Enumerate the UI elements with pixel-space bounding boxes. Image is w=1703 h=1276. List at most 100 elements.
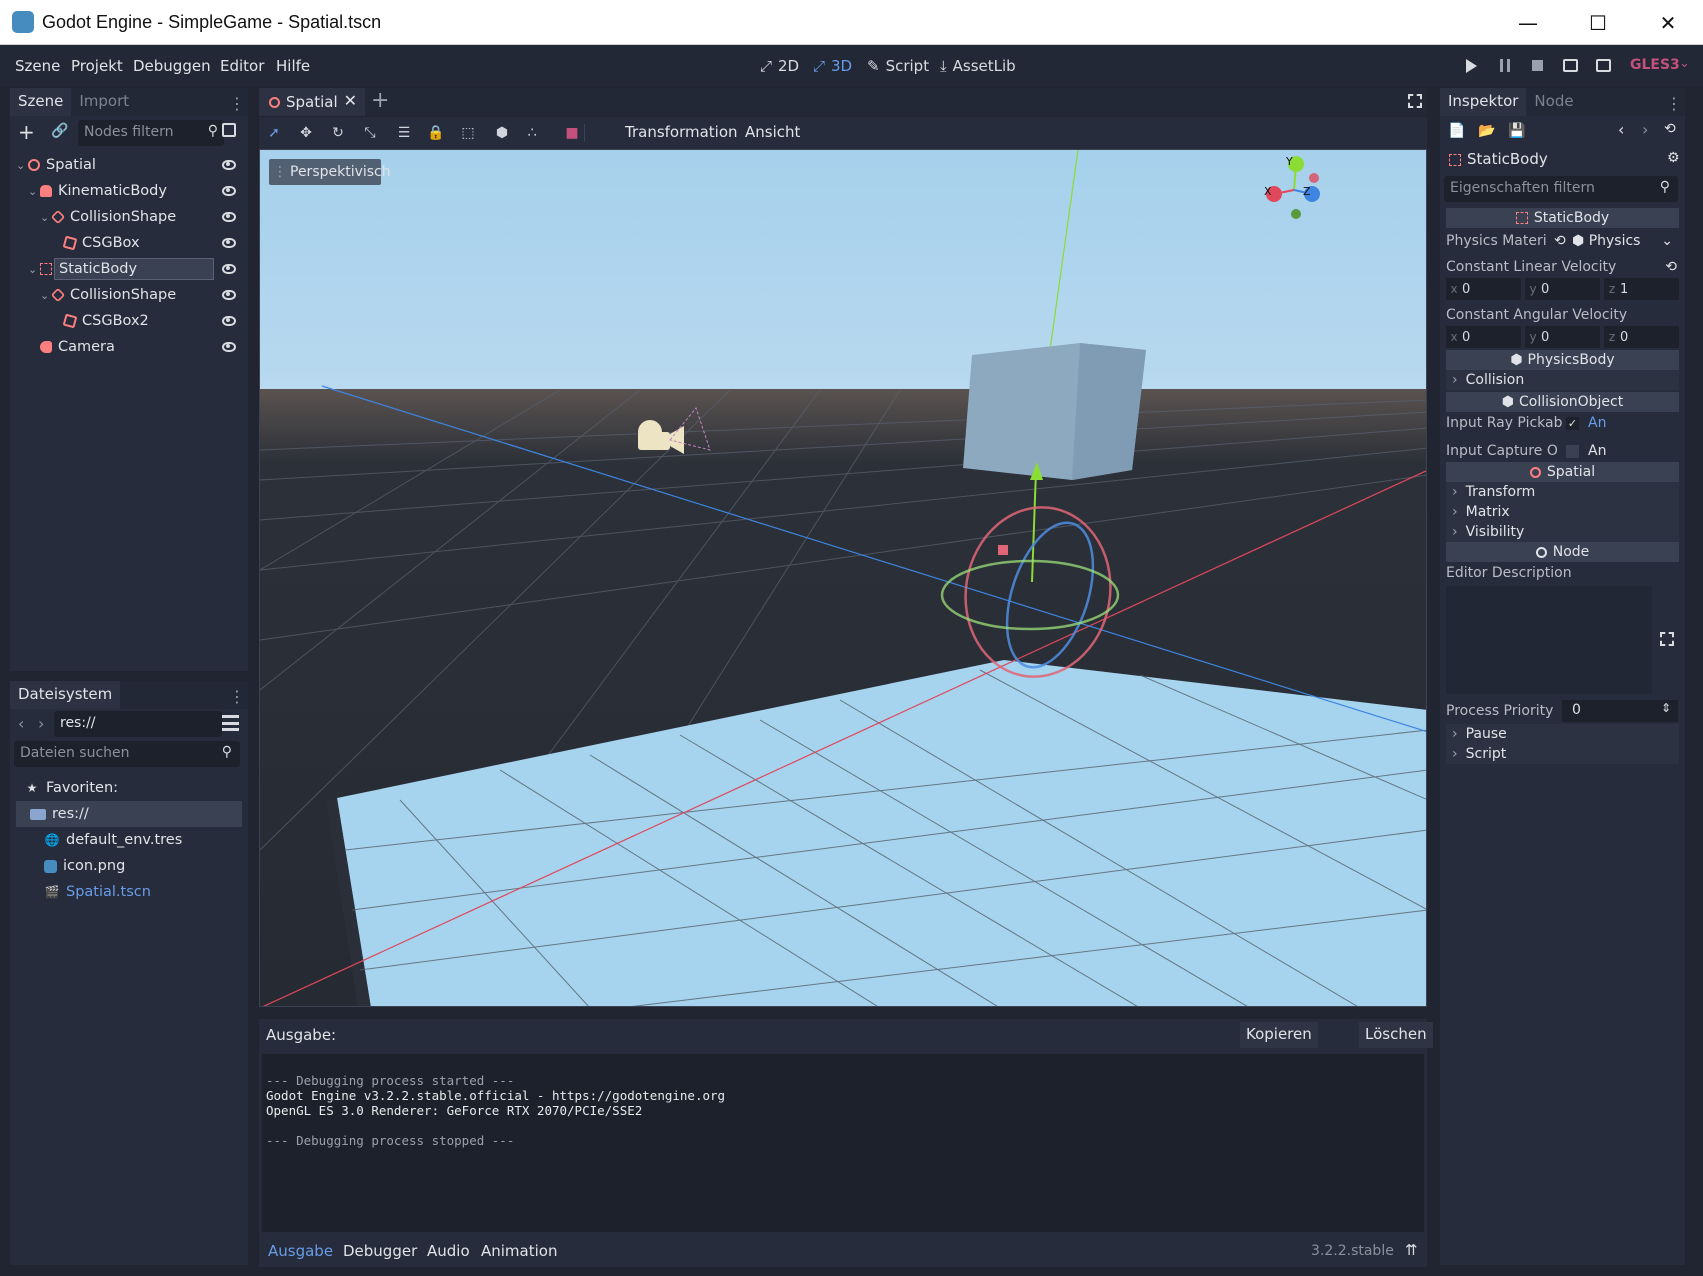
group-visibility[interactable]: › Visibility	[1446, 522, 1679, 542]
visibility-eye-icon[interactable]	[222, 290, 236, 300]
history-forward-icon[interactable]: ›	[1642, 120, 1648, 139]
visibility-eye-icon[interactable]	[222, 160, 236, 170]
local-space-icon[interactable]: ⬢	[493, 124, 511, 142]
add-node-icon[interactable]: +	[18, 120, 35, 144]
properties-filter-input[interactable]: Eigenschaften filtern ⚲	[1444, 176, 1678, 202]
visibility-eye-icon[interactable]	[222, 238, 236, 248]
new-resource-icon[interactable]: 📄	[1448, 122, 1466, 140]
scene-tree-item[interactable]: ⌄ Spatial	[10, 152, 248, 178]
input-capture-checkbox[interactable]	[1566, 444, 1579, 458]
visibility-eye-icon[interactable]	[222, 342, 236, 352]
spin-arrows-icon[interactable]: ⇕	[1661, 701, 1671, 715]
renderer-select[interactable]: GLES3	[1630, 57, 1680, 73]
scene-tree-item[interactable]: ⌄ KinematicBody	[10, 178, 248, 204]
group-icon[interactable]: ⬚	[459, 124, 477, 142]
scene-tree-item[interactable]: ⌄ CollisionShape	[10, 282, 248, 308]
close-button[interactable]: ✕	[1633, 0, 1703, 45]
scene-tree-item[interactable]: Camera	[10, 334, 248, 360]
workspace-2d-button[interactable]: ⤢ 2D	[760, 57, 799, 75]
perspective-menu[interactable]: ⋮ Perspektivisch	[269, 159, 391, 185]
new-scene-tab-icon[interactable]: +	[371, 88, 389, 113]
transformation-menu[interactable]: Transformation	[625, 123, 738, 141]
scene-tree-item[interactable]: ⌄ StaticBody	[10, 256, 248, 282]
save-icon[interactable]: 💾	[1508, 122, 1526, 140]
history-back-icon[interactable]: ‹	[1618, 120, 1624, 139]
menu-projekt[interactable]: Projekt	[71, 57, 123, 75]
object-properties-icon[interactable]: ⚙	[1667, 150, 1680, 166]
output-log[interactable]: --- Debugging process started --- Godot E…	[262, 1054, 1424, 1232]
back-icon[interactable]: ‹	[18, 714, 24, 733]
group-transform[interactable]: › Transform	[1446, 482, 1679, 502]
link-icon[interactable]: 🔗	[51, 123, 68, 139]
path-input[interactable]: res://	[54, 711, 222, 737]
gizmo-z-label[interactable]: Z	[1303, 185, 1311, 198]
tab-debugger[interactable]: Debugger	[343, 1242, 417, 1260]
instance-scene-icon[interactable]	[222, 123, 236, 137]
play-scene-icon[interactable]	[1563, 59, 1578, 72]
scene-tree-item[interactable]: ⌄ CollisionShape	[10, 204, 248, 230]
visibility-eye-icon[interactable]	[222, 264, 236, 274]
physics-material-value[interactable]: ⬢ Physics	[1572, 233, 1640, 249]
forward-icon[interactable]: ›	[38, 714, 44, 733]
file-tree-item[interactable]: 🌐 default_env.tres	[10, 827, 248, 853]
camera-preview-icon[interactable]: ■	[563, 124, 581, 142]
split-mode-icon[interactable]	[222, 715, 239, 731]
visibility-eye-icon[interactable]	[222, 316, 236, 326]
clear-button[interactable]: Löschen	[1359, 1022, 1433, 1048]
linear-y-field[interactable]: y0	[1525, 278, 1600, 300]
revert-icon[interactable]: ⟲	[1665, 259, 1677, 275]
group-script[interactable]: › Script	[1446, 744, 1679, 764]
history-icon[interactable]: ⟲	[1664, 121, 1676, 137]
expand-arrow-icon[interactable]: ⌄	[40, 211, 52, 224]
visibility-eye-icon[interactable]	[222, 212, 236, 222]
chevron-down-icon[interactable]: ⌄	[1661, 233, 1673, 249]
list-select-icon[interactable]: ☰	[395, 124, 413, 142]
pause-icon[interactable]	[1500, 59, 1510, 72]
expand-arrow-icon[interactable]: ⌄	[28, 185, 40, 198]
nodes-filter-input[interactable]: Nodes filtern ⚲	[78, 120, 224, 146]
play-custom-scene-icon[interactable]	[1596, 59, 1611, 72]
tab-szene[interactable]: Szene	[10, 88, 72, 116]
angular-x-field[interactable]: x0	[1446, 326, 1521, 348]
tab-inspektor[interactable]: Inspektor	[1440, 88, 1527, 116]
move-mode-icon[interactable]: ✥	[297, 124, 315, 142]
tab-audio[interactable]: Audio	[427, 1242, 470, 1260]
workspace-3d-button[interactable]: ⤢ 3D	[813, 57, 852, 75]
more-options-icon[interactable]: ⋮	[225, 681, 248, 709]
gizmo-x-label[interactable]: X	[1264, 185, 1272, 198]
maximize-button[interactable]: ☐	[1563, 0, 1633, 45]
ansicht-menu[interactable]: Ansicht	[745, 123, 800, 141]
scene-tab-spatial[interactable]: Spatial ✕	[259, 88, 365, 116]
angular-y-field[interactable]: y0	[1525, 326, 1600, 348]
scene-tree-item[interactable]: CSGBox	[10, 230, 248, 256]
tab-import[interactable]: Import	[71, 88, 137, 116]
close-tab-icon[interactable]: ✕	[344, 91, 357, 110]
tab-dateisystem[interactable]: Dateisystem	[10, 681, 121, 709]
group-pause[interactable]: › Pause	[1446, 724, 1679, 744]
play-icon[interactable]	[1466, 59, 1477, 73]
more-options-icon[interactable]: ⋮	[1662, 88, 1685, 116]
linear-z-field[interactable]: z1	[1604, 278, 1679, 300]
file-tree-item[interactable]: ★ Favoriten:	[10, 775, 248, 801]
snap-icon[interactable]: ∴	[523, 124, 541, 142]
copy-button[interactable]: Kopieren	[1240, 1022, 1318, 1048]
menu-szene[interactable]: Szene	[15, 57, 60, 75]
rotate-mode-icon[interactable]: ↻	[329, 124, 347, 142]
menu-hilfe[interactable]: Hilfe	[276, 57, 310, 75]
file-tree-item[interactable]: 🎬 Spatial.tscn	[10, 879, 248, 905]
workspace-script-button[interactable]: ✎ Script	[867, 57, 929, 75]
menu-editor[interactable]: Editor	[220, 57, 264, 75]
revert-icon[interactable]: ⟲	[1554, 233, 1566, 249]
expand-arrow-icon[interactable]: ⌄	[16, 159, 28, 172]
scene-tree-item[interactable]: CSGBox2	[10, 308, 248, 334]
expand-panel-icon[interactable]: ⇈	[1405, 1241, 1418, 1259]
group-matrix[interactable]: › Matrix	[1446, 502, 1679, 522]
tab-ausgabe[interactable]: Ausgabe	[268, 1242, 333, 1260]
minimize-button[interactable]: —	[1493, 0, 1563, 45]
distraction-free-icon[interactable]	[1408, 94, 1422, 108]
expand-arrow-icon[interactable]: ⌄	[28, 263, 40, 276]
tab-animation[interactable]: Animation	[481, 1242, 557, 1260]
input-ray-checkbox[interactable]: ✓	[1566, 416, 1579, 430]
open-folder-icon[interactable]: 📂	[1478, 122, 1496, 140]
3d-viewport[interactable]: Y X Z ⋮ Perspektivisch	[259, 149, 1427, 1007]
